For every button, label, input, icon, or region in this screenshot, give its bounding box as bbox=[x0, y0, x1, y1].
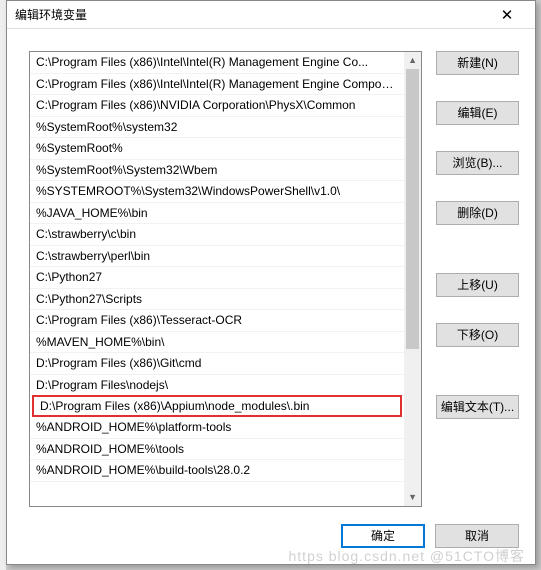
list-item[interactable]: %SYSTEMROOT%\System32\WindowsPowerShell\… bbox=[30, 181, 404, 203]
list-item[interactable]: %ANDROID_HOME%\tools bbox=[30, 439, 404, 461]
titlebar: 编辑环境变量 ✕ bbox=[7, 1, 535, 29]
edit-text-button[interactable]: 编辑文本(T)... bbox=[436, 395, 519, 419]
scrollbar[interactable]: ▲ ▼ bbox=[404, 52, 421, 506]
scroll-up-icon[interactable]: ▲ bbox=[404, 52, 421, 69]
path-listbox[interactable]: C:\Program Files (x86)\Intel\Intel(R) Ma… bbox=[29, 51, 422, 507]
side-button-group: 新建(N) 编辑(E) 浏览(B)... 删除(D) 上移(U) 下移(O) 编… bbox=[436, 51, 519, 510]
scroll-down-icon[interactable]: ▼ bbox=[404, 489, 421, 506]
list-item[interactable]: C:\Program Files (x86)\Intel\Intel(R) Ma… bbox=[30, 74, 404, 96]
list-item[interactable]: %JAVA_HOME%\bin bbox=[30, 203, 404, 225]
list-item[interactable]: %MAVEN_HOME%\bin\ bbox=[30, 332, 404, 354]
list-item[interactable]: D:\Program Files (x86)\Appium\node_modul… bbox=[32, 395, 402, 417]
close-icon[interactable]: ✕ bbox=[487, 6, 527, 24]
dialog-footer: 确定 取消 bbox=[7, 516, 535, 564]
move-up-button[interactable]: 上移(U) bbox=[436, 273, 519, 297]
browse-button[interactable]: 浏览(B)... bbox=[436, 151, 519, 175]
list-item[interactable]: %SystemRoot%\system32 bbox=[30, 117, 404, 139]
list-item[interactable]: %SystemRoot%\System32\Wbem bbox=[30, 160, 404, 182]
list-item[interactable]: %ANDROID_HOME%\build-tools\28.0.2 bbox=[30, 460, 404, 482]
delete-button[interactable]: 删除(D) bbox=[436, 201, 519, 225]
move-down-button[interactable]: 下移(O) bbox=[436, 323, 519, 347]
list-item[interactable]: C:\Program Files (x86)\NVIDIA Corporatio… bbox=[30, 95, 404, 117]
list-item[interactable]: C:\Python27\Scripts bbox=[30, 289, 404, 311]
list-item[interactable]: D:\Program Files\nodejs\ bbox=[30, 375, 404, 397]
list-item[interactable]: D:\Program Files (x86)\Git\cmd bbox=[30, 353, 404, 375]
list-item[interactable]: C:\Program Files (x86)\Intel\Intel(R) Ma… bbox=[30, 52, 404, 74]
list-item[interactable]: %SystemRoot% bbox=[30, 138, 404, 160]
dialog-title: 编辑环境变量 bbox=[15, 6, 487, 23]
ok-button[interactable]: 确定 bbox=[341, 524, 425, 548]
client-area: C:\Program Files (x86)\Intel\Intel(R) Ma… bbox=[7, 29, 535, 516]
edit-button[interactable]: 编辑(E) bbox=[436, 101, 519, 125]
new-button[interactable]: 新建(N) bbox=[436, 51, 519, 75]
list-item[interactable]: %ANDROID_HOME%\platform-tools bbox=[30, 417, 404, 439]
scroll-thumb[interactable] bbox=[406, 69, 419, 349]
env-var-dialog: 编辑环境变量 ✕ C:\Program Files (x86)\Intel\In… bbox=[6, 0, 536, 565]
list-item[interactable]: C:\Program Files (x86)\Tesseract-OCR bbox=[30, 310, 404, 332]
list-item[interactable]: C:\Python27 bbox=[30, 267, 404, 289]
cancel-button[interactable]: 取消 bbox=[435, 524, 519, 548]
scroll-track[interactable] bbox=[404, 69, 421, 489]
list-item[interactable]: C:\strawberry\c\bin bbox=[30, 224, 404, 246]
listbox-rows: C:\Program Files (x86)\Intel\Intel(R) Ma… bbox=[30, 52, 404, 506]
list-item[interactable]: C:\strawberry\perl\bin bbox=[30, 246, 404, 268]
